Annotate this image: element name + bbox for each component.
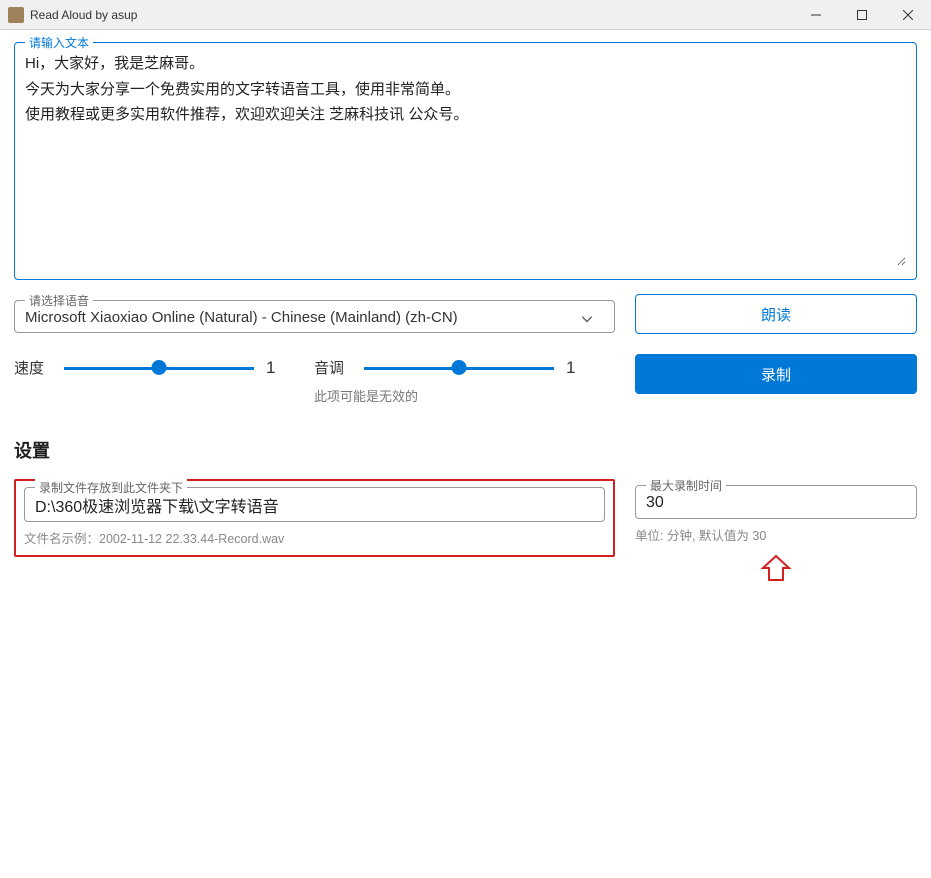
- read-button[interactable]: 朗读: [635, 294, 917, 334]
- folder-legend: 录制文件存放到此文件夹下: [35, 479, 187, 496]
- speed-slider[interactable]: [64, 358, 254, 378]
- text-input-group: 请输入文本: [14, 42, 917, 280]
- close-button[interactable]: [885, 0, 931, 30]
- pitch-slider[interactable]: [364, 358, 554, 378]
- record-button[interactable]: 录制: [635, 354, 917, 394]
- folder-input-group: 录制文件存放到此文件夹下: [24, 487, 605, 522]
- up-arrow-icon: [761, 554, 791, 587]
- folder-highlight-box: 录制文件存放到此文件夹下 文件名示例：2002-11-12 22.33.44-R…: [14, 479, 615, 557]
- voice-select[interactable]: Microsoft Xiaoxiao Online (Natural) - Ch…: [25, 307, 604, 328]
- window-title: Read Aloud by asup: [30, 8, 793, 22]
- chevron-down-icon: [582, 309, 592, 326]
- folder-input[interactable]: [35, 494, 594, 516]
- speed-value: 1: [266, 358, 284, 378]
- maximize-button[interactable]: [839, 0, 885, 30]
- minimize-button[interactable]: [793, 0, 839, 30]
- maxtime-input-group: 最大录制时间: [635, 485, 917, 519]
- maxtime-helper: 单位: 分钟, 默认值为 30: [635, 525, 917, 544]
- close-icon: [903, 10, 913, 20]
- speed-label: 速度: [14, 357, 52, 378]
- read-button-label: 朗读: [761, 304, 791, 325]
- titlebar: Read Aloud by asup: [0, 0, 931, 30]
- pitch-value: 1: [566, 358, 584, 378]
- pitch-note: 此项可能是无效的: [314, 386, 584, 405]
- record-button-label: 录制: [761, 364, 791, 385]
- app-icon: [8, 7, 24, 23]
- text-input-legend: 请输入文本: [25, 34, 93, 51]
- voice-select-group: 请选择语音 Microsoft Xiaoxiao Online (Natural…: [14, 300, 615, 333]
- voice-select-value: Microsoft Xiaoxiao Online (Natural) - Ch…: [25, 309, 458, 326]
- pitch-label: 音调: [314, 357, 352, 378]
- folder-helper: 文件名示例：2002-11-12 22.33.44-Record.wav: [24, 528, 605, 547]
- maxtime-input[interactable]: [646, 492, 906, 514]
- minimize-icon: [811, 10, 821, 20]
- settings-title: 设置: [14, 437, 917, 463]
- text-input[interactable]: [25, 51, 906, 266]
- maxtime-legend: 最大录制时间: [646, 477, 726, 494]
- maximize-icon: [857, 10, 867, 20]
